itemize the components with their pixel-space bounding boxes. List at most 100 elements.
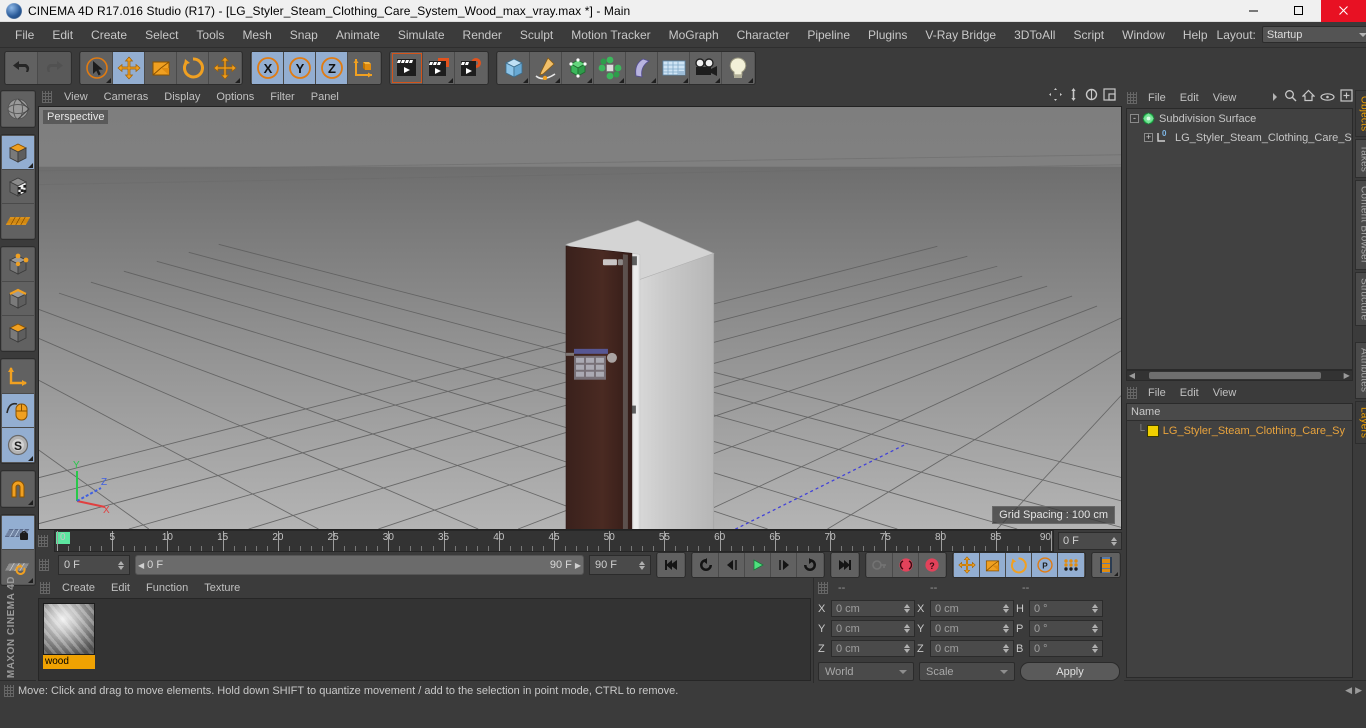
panel-gripper-icon[interactable] [1127,387,1137,399]
menu-create[interactable]: Create [82,24,136,46]
lock-z-axis[interactable]: Z [316,52,348,84]
expander-expand-icon[interactable]: + [1144,133,1153,142]
tab-takes[interactable]: Takes [1354,139,1366,179]
edges-mode-button[interactable] [2,282,34,316]
stepper-icon[interactable] [1092,604,1098,613]
layout-dropdown[interactable]: Startup [1261,26,1366,43]
menu-mesh[interactable]: Mesh [233,24,280,46]
make-editable-button[interactable] [2,92,34,126]
add-spline-button[interactable] [530,52,562,84]
material-item-wood[interactable]: wood [43,603,95,669]
current-frame-field[interactable]: 0 F [58,555,130,575]
object-menu-view[interactable]: View [1206,91,1244,105]
stepper-icon[interactable] [1003,644,1009,653]
menu-motion-tracker[interactable]: Motion Tracker [562,24,659,46]
scale-key-button[interactable] [980,553,1006,577]
stepper-icon[interactable] [1092,624,1098,633]
stepper-icon[interactable] [1092,644,1098,653]
preview-range-bar[interactable]: ◀ 0 F 90 F ▶ [135,555,584,575]
menu-file[interactable]: File [6,24,43,46]
menu-render[interactable]: Render [454,24,511,46]
viewport-menu-view[interactable]: View [56,90,96,104]
lock-x-axis[interactable]: X [252,52,284,84]
uv-mode-button[interactable] [2,204,34,238]
menu-edit[interactable]: Edit [43,24,82,46]
timeline-filmstrip-button[interactable] [1093,553,1119,577]
panel-gripper-icon[interactable] [42,91,52,103]
chevron-right-icon[interactable] [1271,89,1279,107]
close-button[interactable] [1321,0,1366,22]
layer-menu-edit[interactable]: Edit [1173,386,1206,400]
add-light-button[interactable] [722,52,754,84]
scroll-right-icon[interactable]: ▶ [1342,371,1352,380]
coordinate-mode-dropdown[interactable]: Scale [919,662,1015,681]
rotate-icon[interactable] [1085,88,1098,106]
object-row-lg-styler[interactable]: + 0 LG_Styler_Steam_Clothing_Care_S [1127,128,1352,147]
go-to-end-button[interactable] [832,553,858,577]
menu-animate[interactable]: Animate [327,24,389,46]
new-layer-icon[interactable] [1340,89,1353,107]
scrollbar-thumb[interactable] [1149,372,1321,379]
stepper-icon[interactable] [904,624,910,633]
expander-collapse-icon[interactable]: - [1130,114,1139,123]
stepper-icon[interactable] [904,604,910,613]
coord-input-rot-p[interactable]: 0 ° [1029,620,1103,637]
panel-gripper-icon[interactable] [818,582,828,594]
coord-input-rot-b[interactable]: 0 ° [1029,640,1103,657]
material-menu-texture[interactable]: Texture [196,581,248,595]
viewport-menu-options[interactable]: Options [208,90,262,104]
layer-color-chip[interactable] [1146,424,1159,437]
eye-icon[interactable] [1320,89,1335,107]
texture-mode-button[interactable] [2,170,34,204]
range-right-handle-icon[interactable]: ▶ [575,561,581,570]
timeline-ruler[interactable]: 0 5 10 15 20 25 30 35 40 45 50 55 60 65 70 75 80 85 90 [54,530,1054,552]
model-mode-button[interactable] [2,136,34,170]
lock-y-axis[interactable]: Y [284,52,316,84]
coord-input-size-z[interactable]: 0 cm [930,640,1014,657]
position-key-button[interactable] [954,553,980,577]
scroll-left-icon[interactable]: ◀ [1345,685,1352,696]
coord-input-rot-h[interactable]: 0 ° [1029,600,1103,617]
live-selection-tool[interactable] [81,52,113,84]
play-button[interactable] [745,553,771,577]
stepper-icon[interactable] [639,560,645,570]
coordinate-system-dropdown[interactable]: World [818,662,914,681]
menu-sculpt[interactable]: Sculpt [511,24,562,46]
home-icon[interactable] [1301,89,1316,107]
stepper-icon[interactable] [118,560,124,570]
object-axis-mode-button[interactable] [2,360,34,394]
object-manager-hscrollbar[interactable]: ◀ ▶ [1126,370,1353,381]
stepper-icon[interactable] [1003,624,1009,633]
object-menu-edit[interactable]: Edit [1173,91,1206,105]
scroll-right-icon[interactable]: ▶ [1355,685,1362,696]
maximize-button[interactable] [1276,0,1321,22]
viewport-menu-panel[interactable]: Panel [303,90,347,104]
menu-script[interactable]: Script [1064,24,1113,46]
scroll-left-icon[interactable]: ◀ [1127,371,1137,380]
record-active-objects-button[interactable] [867,553,893,577]
viewport-menu-display[interactable]: Display [156,90,208,104]
menu-3dtoall[interactable]: 3DToAll [1005,24,1064,46]
redo-button[interactable] [38,52,70,84]
viewport-3d[interactable]: Perspective Grid Spacing : 100 cm Y X Z [38,106,1122,530]
panel-gripper-icon[interactable] [38,535,48,547]
soft-selection-button[interactable]: S [2,428,34,462]
rotation-key-button[interactable] [1006,553,1032,577]
render-to-picture-viewer-button[interactable] [423,52,455,84]
move-duplicate-tool[interactable] [209,52,241,84]
point-level-animation-button[interactable] [1058,553,1084,577]
undo-button[interactable] [6,52,38,84]
pan-icon[interactable] [1049,88,1062,106]
end-frame-field[interactable]: 90 F [589,555,651,575]
autokeying-button[interactable] [893,553,919,577]
tab-attributes[interactable]: Attributes [1354,342,1366,399]
add-bend-button[interactable] [626,52,658,84]
panel-gripper-icon[interactable] [40,582,50,594]
viewport-menu-filter[interactable]: Filter [262,90,302,104]
stepper-icon[interactable] [904,644,910,653]
go-to-start-button[interactable] [658,553,684,577]
menu-simulate[interactable]: Simulate [389,24,454,46]
layer-menu-view[interactable]: View [1206,386,1244,400]
object-manager-tree[interactable]: - Subdivision Surface + 0 LG_Styler_Stea… [1126,108,1353,370]
tab-layers[interactable]: Layers [1354,400,1366,444]
